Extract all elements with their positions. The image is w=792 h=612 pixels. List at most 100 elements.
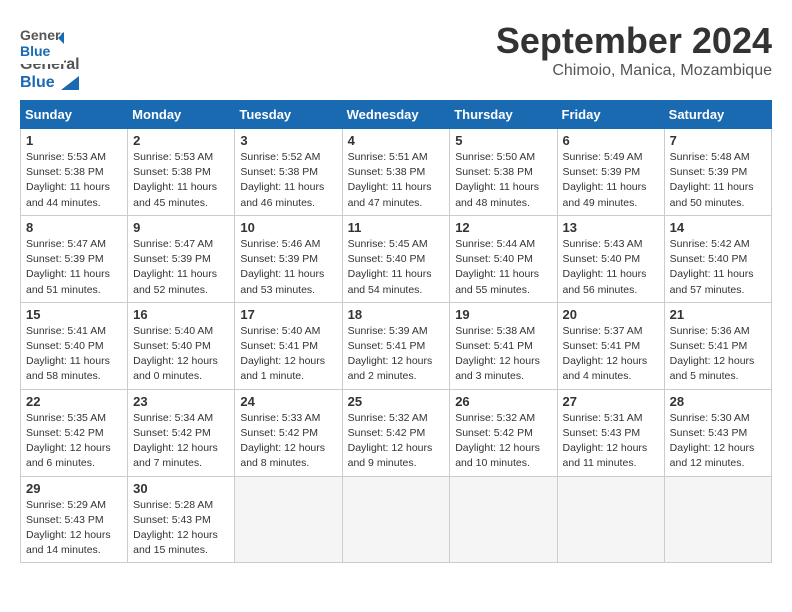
calendar-cell: 21 Sunrise: 5:36 AM Sunset: 5:41 PM Dayli… [664, 302, 771, 389]
day-info: Sunrise: 5:31 AM Sunset: 5:43 PM Dayligh… [563, 411, 659, 472]
calendar-cell: 17 Sunrise: 5:40 AM Sunset: 5:41 PM Dayli… [235, 302, 342, 389]
calendar-cell: 7 Sunrise: 5:48 AM Sunset: 5:39 PM Daylig… [664, 129, 771, 216]
calendar-week-row: 22 Sunrise: 5:35 AM Sunset: 5:42 PM Dayli… [21, 389, 772, 476]
day-info: Sunrise: 5:44 AM Sunset: 5:40 PM Dayligh… [455, 237, 551, 298]
day-number: 16 [133, 307, 229, 322]
calendar-cell: 20 Sunrise: 5:37 AM Sunset: 5:41 PM Dayli… [557, 302, 664, 389]
day-info: Sunrise: 5:34 AM Sunset: 5:42 PM Dayligh… [133, 411, 229, 472]
day-info: Sunrise: 5:47 AM Sunset: 5:39 PM Dayligh… [133, 237, 229, 298]
calendar-cell: 19 Sunrise: 5:38 AM Sunset: 5:41 PM Dayli… [450, 302, 557, 389]
day-info: Sunrise: 5:46 AM Sunset: 5:39 PM Dayligh… [240, 237, 336, 298]
calendar-cell [450, 476, 557, 563]
calendar-cell: 27 Sunrise: 5:31 AM Sunset: 5:43 PM Dayli… [557, 389, 664, 476]
weekday-header-friday: Friday [557, 101, 664, 129]
logo: General Blue General Blue [20, 20, 80, 92]
day-number: 27 [563, 394, 659, 409]
day-number: 9 [133, 220, 229, 235]
calendar-cell: 2Sunrise: 5:53 AM Sunset: 5:38 PM Daylig… [128, 129, 235, 216]
day-info: Sunrise: 5:40 AM Sunset: 5:40 PM Dayligh… [133, 324, 229, 385]
day-number: 12 [455, 220, 551, 235]
day-number: 8 [26, 220, 122, 235]
day-info: Sunrise: 5:49 AM Sunset: 5:39 PM Dayligh… [563, 150, 659, 211]
calendar-week-row: 15Sunrise: 5:41 AM Sunset: 5:40 PM Dayli… [21, 302, 772, 389]
day-info: Sunrise: 5:40 AM Sunset: 5:41 PM Dayligh… [240, 324, 336, 385]
day-info: Sunrise: 5:38 AM Sunset: 5:41 PM Dayligh… [455, 324, 551, 385]
weekday-header-wednesday: Wednesday [342, 101, 450, 129]
day-number: 28 [670, 394, 766, 409]
weekday-header-sunday: Sunday [21, 101, 128, 129]
day-info: Sunrise: 5:35 AM Sunset: 5:42 PM Dayligh… [26, 411, 122, 472]
day-number: 3 [240, 133, 336, 148]
calendar-week-row: 8 Sunrise: 5:47 AM Sunset: 5:39 PM Daylig… [21, 215, 772, 302]
calendar-header-row: SundayMondayTuesdayWednesdayThursdayFrid… [21, 101, 772, 129]
day-number: 22 [26, 394, 122, 409]
page-header: General Blue General Blue September 2024… [20, 20, 772, 92]
calendar-cell: 10 Sunrise: 5:46 AM Sunset: 5:39 PM Dayli… [235, 215, 342, 302]
day-info: Sunrise: 5:32 AM Sunset: 5:42 PM Dayligh… [348, 411, 445, 472]
weekday-header-tuesday: Tuesday [235, 101, 342, 129]
day-number: 21 [670, 307, 766, 322]
weekday-header-saturday: Saturday [664, 101, 771, 129]
day-number: 1 [26, 133, 122, 148]
logo-blue: Blue [20, 74, 55, 91]
day-number: 26 [455, 394, 551, 409]
calendar-table: SundayMondayTuesdayWednesdayThursdayFrid… [20, 100, 772, 563]
calendar-cell: 16 Sunrise: 5:40 AM Sunset: 5:40 PM Dayli… [128, 302, 235, 389]
day-number: 20 [563, 307, 659, 322]
calendar-cell: 13 Sunrise: 5:43 AM Sunset: 5:40 PM Dayli… [557, 215, 664, 302]
day-info: Sunrise: 5:45 AM Sunset: 5:40 PM Dayligh… [348, 237, 445, 298]
day-info: Sunrise: 5:39 AM Sunset: 5:41 PM Dayligh… [348, 324, 445, 385]
calendar-cell: 28Sunrise: 5:30 AM Sunset: 5:43 PM Dayli… [664, 389, 771, 476]
svg-text:General: General [20, 27, 64, 43]
calendar-cell [557, 476, 664, 563]
day-info: Sunrise: 5:51 AM Sunset: 5:38 PM Dayligh… [348, 150, 445, 211]
day-number: 18 [348, 307, 445, 322]
calendar-cell: 15Sunrise: 5:41 AM Sunset: 5:40 PM Dayli… [21, 302, 128, 389]
day-number: 17 [240, 307, 336, 322]
day-number: 7 [670, 133, 766, 148]
day-number: 5 [455, 133, 551, 148]
day-number: 24 [240, 394, 336, 409]
day-number: 10 [240, 220, 336, 235]
day-info: Sunrise: 5:37 AM Sunset: 5:41 PM Dayligh… [563, 324, 659, 385]
day-info: Sunrise: 5:43 AM Sunset: 5:40 PM Dayligh… [563, 237, 659, 298]
calendar-cell: 11 Sunrise: 5:45 AM Sunset: 5:40 PM Dayli… [342, 215, 450, 302]
weekday-header-monday: Monday [128, 101, 235, 129]
day-number: 23 [133, 394, 229, 409]
day-info: Sunrise: 5:48 AM Sunset: 5:39 PM Dayligh… [670, 150, 766, 211]
location-subtitle: Chimoio, Manica, Mozambique [496, 62, 772, 80]
day-number: 4 [348, 133, 445, 148]
title-block: September 2024 Chimoio, Manica, Mozambiq… [496, 20, 772, 80]
day-number: 6 [563, 133, 659, 148]
day-info: Sunrise: 5:53 AM Sunset: 5:38 PM Dayligh… [26, 150, 122, 211]
calendar-cell: 29Sunrise: 5:29 AM Sunset: 5:43 PM Dayli… [21, 476, 128, 563]
calendar-cell: 1 Sunrise: 5:53 AM Sunset: 5:38 PM Daylig… [21, 129, 128, 216]
day-info: Sunrise: 5:32 AM Sunset: 5:42 PM Dayligh… [455, 411, 551, 472]
calendar-week-row: 1 Sunrise: 5:53 AM Sunset: 5:38 PM Daylig… [21, 129, 772, 216]
day-info: Sunrise: 5:50 AM Sunset: 5:38 PM Dayligh… [455, 150, 551, 211]
day-number: 13 [563, 220, 659, 235]
calendar-cell: 14Sunrise: 5:42 AM Sunset: 5:40 PM Dayli… [664, 215, 771, 302]
logo-icon: General Blue [20, 20, 64, 64]
logo-arrow-icon [61, 76, 79, 90]
calendar-cell: 23 Sunrise: 5:34 AM Sunset: 5:42 PM Dayli… [128, 389, 235, 476]
calendar-cell [235, 476, 342, 563]
calendar-cell: 18 Sunrise: 5:39 AM Sunset: 5:41 PM Dayli… [342, 302, 450, 389]
calendar-cell: 6 Sunrise: 5:49 AM Sunset: 5:39 PM Daylig… [557, 129, 664, 216]
day-info: Sunrise: 5:42 AM Sunset: 5:40 PM Dayligh… [670, 237, 766, 298]
calendar-week-row: 29Sunrise: 5:29 AM Sunset: 5:43 PM Dayli… [21, 476, 772, 563]
day-info: Sunrise: 5:29 AM Sunset: 5:43 PM Dayligh… [26, 498, 122, 559]
day-info: Sunrise: 5:53 AM Sunset: 5:38 PM Dayligh… [133, 150, 229, 211]
calendar-cell [664, 476, 771, 563]
day-number: 19 [455, 307, 551, 322]
day-number: 25 [348, 394, 445, 409]
day-number: 15 [26, 307, 122, 322]
calendar-cell: 8Sunrise: 5:47 AM Sunset: 5:39 PM Daylig… [21, 215, 128, 302]
calendar-cell: 3 Sunrise: 5:52 AM Sunset: 5:38 PM Daylig… [235, 129, 342, 216]
day-info: Sunrise: 5:52 AM Sunset: 5:38 PM Dayligh… [240, 150, 336, 211]
calendar-cell: 4 Sunrise: 5:51 AM Sunset: 5:38 PM Daylig… [342, 129, 450, 216]
calendar-cell: 9 Sunrise: 5:47 AM Sunset: 5:39 PM Daylig… [128, 215, 235, 302]
calendar-cell: 30Sunrise: 5:28 AM Sunset: 5:43 PM Dayli… [128, 476, 235, 563]
day-number: 11 [348, 220, 445, 235]
day-info: Sunrise: 5:36 AM Sunset: 5:41 PM Dayligh… [670, 324, 766, 385]
